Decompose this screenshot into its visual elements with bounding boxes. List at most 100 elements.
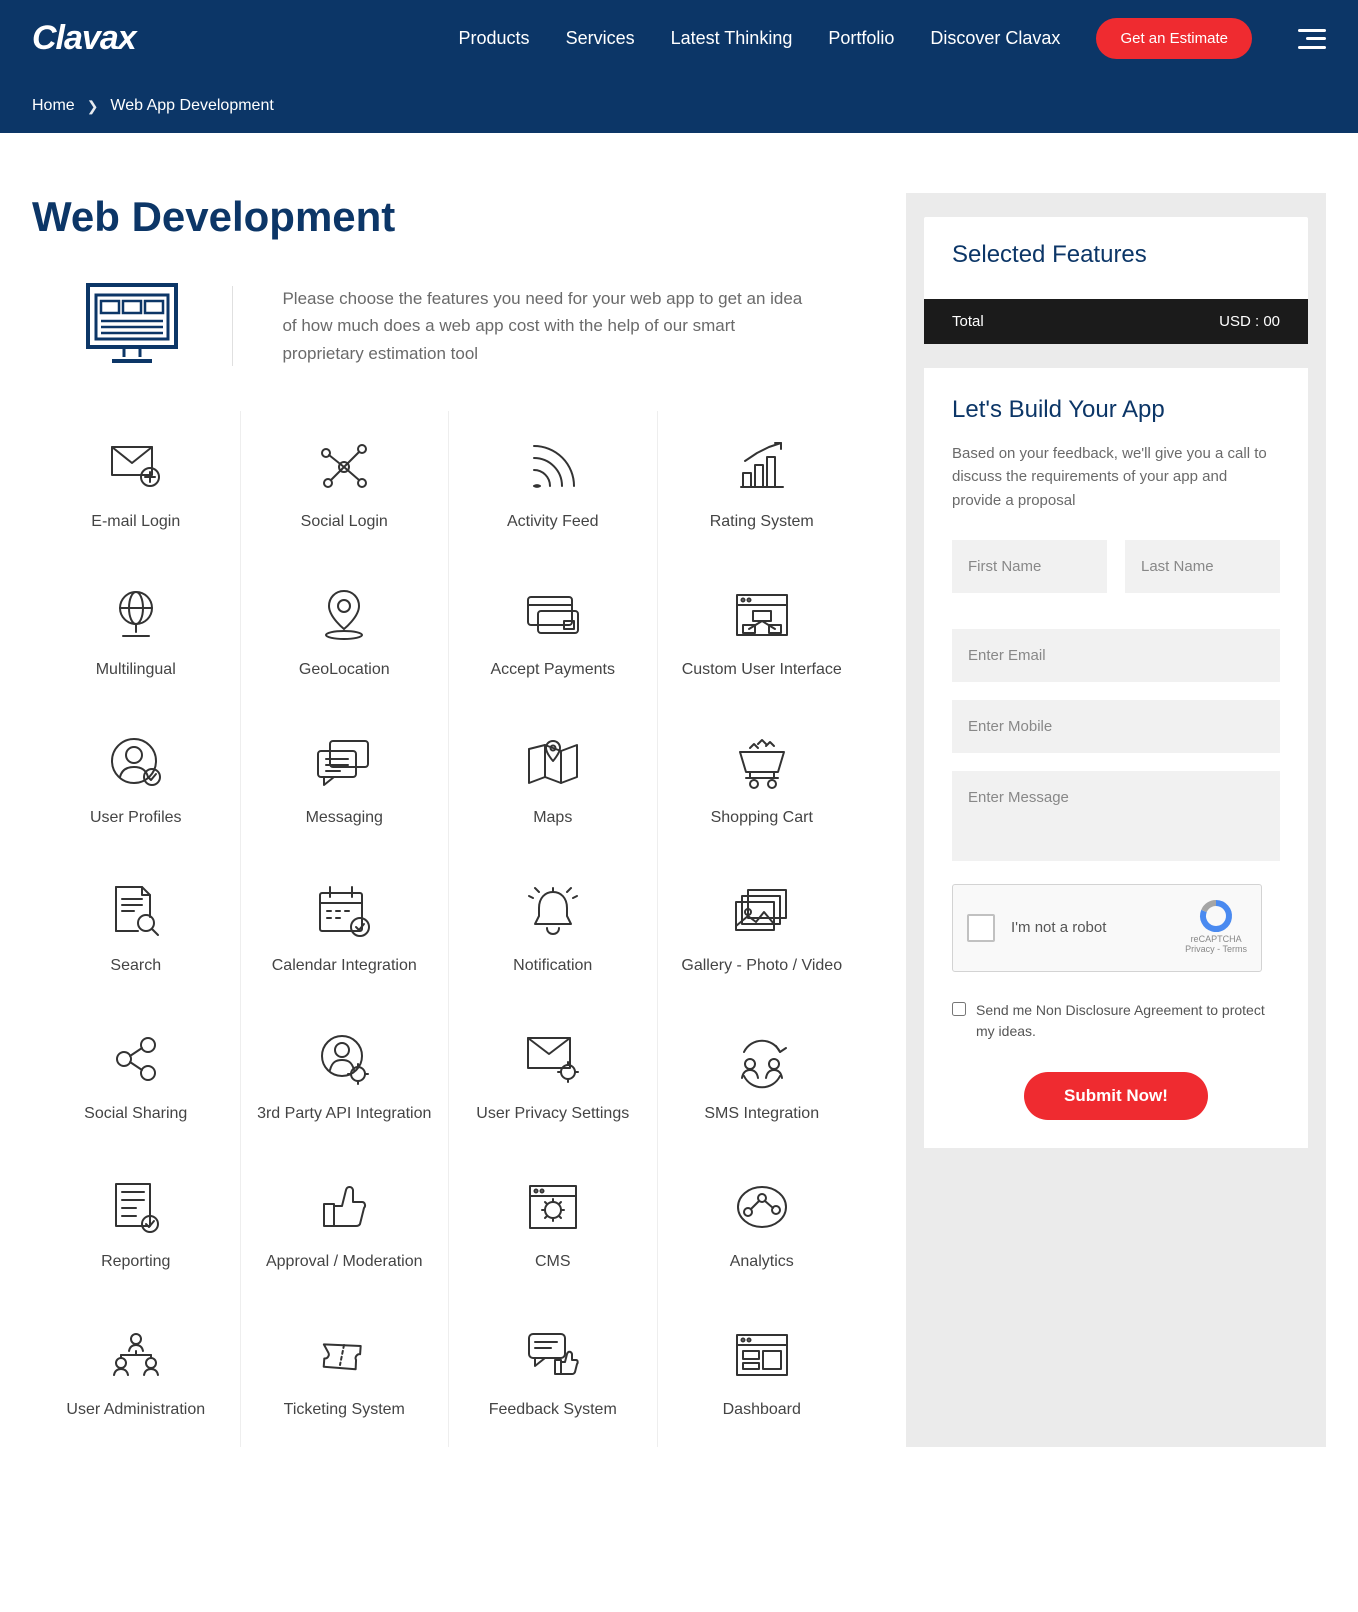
total-label: Total [952,313,984,330]
feature-notification[interactable]: Notification [449,855,658,1003]
feature-label: GeoLocation [299,661,390,678]
feature-label: Custom User Interface [682,661,842,678]
rss-icon [459,439,647,495]
intro-text: Please choose the features you need for … [282,285,816,367]
feature-label: Social Sharing [84,1105,187,1122]
feature-label: Approval / Moderation [266,1253,423,1270]
feature-rating-system[interactable]: Rating System [658,411,867,559]
breadcrumb-home[interactable]: Home [32,97,75,115]
feature-multilingual[interactable]: Multilingual [32,559,241,707]
credit-card-icon [459,587,647,643]
recaptcha-checkbox[interactable] [967,914,995,942]
mobile-input[interactable] [952,700,1280,753]
sidebar: Selected Features Total USD : 00 Let's B… [906,193,1326,1447]
feature-analytics[interactable]: Analytics [658,1151,867,1299]
nav-services[interactable]: Services [566,28,635,49]
nav-discover[interactable]: Discover Clavax [930,28,1060,49]
mail-icon [42,439,230,495]
feature-label: User Profiles [90,809,182,826]
logo[interactable]: Clavax [32,19,136,58]
feature-user-admin[interactable]: User Administration [32,1299,241,1447]
selected-features-title: Selected Features [952,241,1280,269]
feature-privacy-settings[interactable]: User Privacy Settings [449,1003,658,1151]
monitor-icon [82,281,182,371]
feature-label: Analytics [730,1253,794,1270]
user-check-icon [42,735,230,791]
total-value: USD : 00 [1219,313,1280,330]
nda-label: Send me Non Disclosure Agreement to prot… [976,1000,1280,1042]
feature-social-login[interactable]: Social Login [241,411,450,559]
last-name-input[interactable] [1125,540,1280,593]
submit-button[interactable]: Submit Now! [1024,1072,1208,1120]
feature-label: Social Login [301,513,388,530]
feature-ticketing[interactable]: Ticketing System [241,1299,450,1447]
feature-calendar[interactable]: Calendar Integration [241,855,450,1003]
recaptcha-label: I'm not a robot [1011,919,1106,936]
feature-label: Feedback System [489,1401,617,1418]
feature-label: Search [110,957,161,974]
feedback-icon [459,1327,647,1383]
page-title: Web Development [32,193,866,241]
recaptcha[interactable]: I'm not a robot reCAPTCHA Privacy - Term… [952,884,1262,972]
image-icon [668,883,857,939]
feature-email-login[interactable]: E-mail Login [32,411,241,559]
feature-label: SMS Integration [704,1105,819,1122]
feature-social-sharing[interactable]: Social Sharing [32,1003,241,1151]
feature-label: Gallery - Photo / Video [681,957,842,974]
feature-feedback[interactable]: Feedback System [449,1299,658,1447]
network-icon [251,439,439,495]
feature-geolocation[interactable]: GeoLocation [241,559,450,707]
feature-dashboard[interactable]: Dashboard [658,1299,867,1447]
breadcrumb: Home ❯ Web App Development [32,81,1326,133]
feature-shopping-cart[interactable]: Shopping Cart [658,707,867,855]
nda-checkbox[interactable] [952,1002,966,1016]
map-icon [459,735,647,791]
feature-cms[interactable]: CMS [449,1151,658,1299]
feature-maps[interactable]: Maps [449,707,658,855]
cart-icon [668,735,857,791]
feature-label: Reporting [101,1253,170,1270]
calendar-icon [251,883,439,939]
ticket-icon [251,1327,439,1383]
feature-gallery[interactable]: Gallery - Photo / Video [658,855,867,1003]
org-chart-icon [42,1327,230,1383]
feature-user-profiles[interactable]: User Profiles [32,707,241,855]
feature-label: 3rd Party API Integration [257,1105,431,1122]
feature-label: Accept Payments [491,661,616,678]
feature-messaging[interactable]: Messaging [241,707,450,855]
chart-icon [668,439,857,495]
chevron-right-icon: ❯ [87,98,99,115]
feature-api-integration[interactable]: 3rd Party API Integration [241,1003,450,1151]
mail-gear-icon [459,1031,647,1087]
email-input[interactable] [952,629,1280,682]
form-title: Let's Build Your App [952,396,1280,424]
build-app-form: Let's Build Your App Based on your feedb… [924,368,1308,1148]
message-input[interactable] [952,771,1280,861]
feature-label: Multilingual [96,661,176,678]
feature-reporting[interactable]: Reporting [32,1151,241,1299]
location-pin-icon [251,587,439,643]
feature-label: Activity Feed [507,513,599,530]
nav-portfolio[interactable]: Portfolio [828,28,894,49]
chat-icon [251,735,439,791]
feature-custom-ui[interactable]: Custom User Interface [658,559,867,707]
feature-label: User Administration [66,1401,205,1418]
feature-label: Maps [533,809,572,826]
user-gear-icon [251,1031,439,1087]
nav-products[interactable]: Products [459,28,530,49]
get-estimate-button[interactable]: Get an Estimate [1096,18,1252,59]
feature-approval[interactable]: Approval / Moderation [241,1151,450,1299]
feature-accept-payments[interactable]: Accept Payments [449,559,658,707]
first-name-input[interactable] [952,540,1107,593]
cms-icon [459,1179,647,1235]
thumbs-up-icon [251,1179,439,1235]
feature-sms-integration[interactable]: SMS Integration [658,1003,867,1151]
nav-latest-thinking[interactable]: Latest Thinking [671,28,793,49]
feature-label: Notification [513,957,592,974]
feature-search[interactable]: Search [32,855,241,1003]
hamburger-menu-icon[interactable] [1298,29,1326,49]
selected-features-panel: Selected Features Total USD : 00 [924,217,1308,344]
form-subtitle: Based on your feedback, we'll give you a… [952,442,1280,512]
feature-activity-feed[interactable]: Activity Feed [449,411,658,559]
feature-label: Calendar Integration [272,957,417,974]
